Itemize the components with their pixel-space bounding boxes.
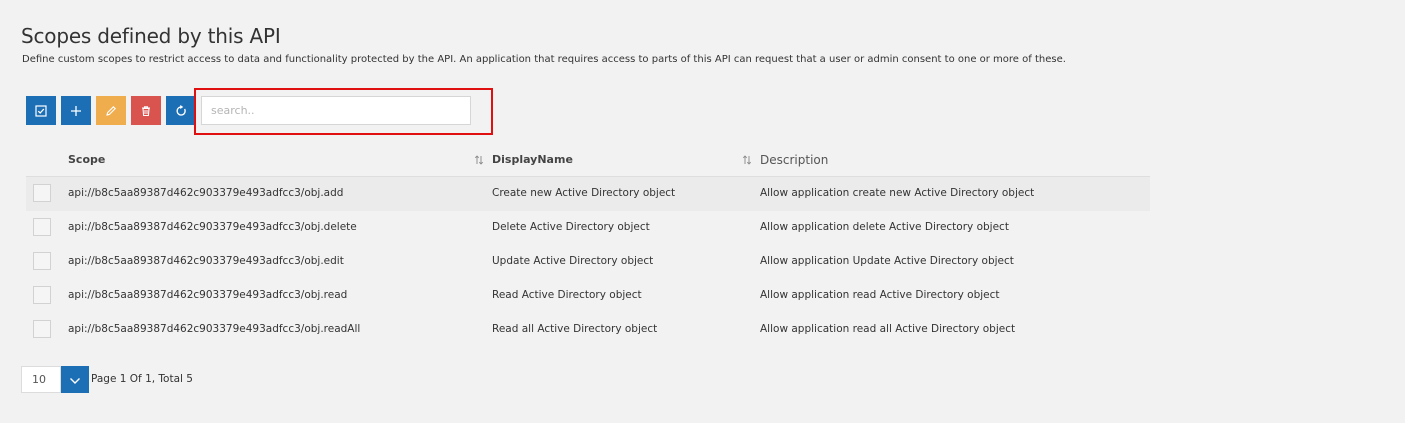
delete-scope-button[interactable] (131, 96, 161, 125)
select-all-button[interactable] (26, 96, 56, 125)
trash-icon (140, 105, 152, 117)
column-header-description[interactable]: Description (760, 153, 828, 167)
page-info: Page 1 Of 1, Total 5 (91, 373, 193, 385)
cell-displayname: Create new Active Directory object (492, 187, 676, 199)
cell-description: Allow application Update Active Director… (760, 255, 1014, 267)
sort-icon[interactable] (742, 155, 752, 168)
search-input[interactable] (201, 96, 471, 125)
page-title: Scopes defined by this API (21, 24, 281, 49)
page-size-select[interactable]: 10 (21, 366, 61, 393)
sort-icon[interactable] (474, 155, 484, 168)
column-header-displayname[interactable]: DisplayName (492, 153, 573, 166)
check-square-icon (35, 104, 47, 117)
cell-displayname: Read Active Directory object (492, 289, 642, 301)
scopes-table: Scope DisplayName Description api://b8c5… (26, 144, 1150, 347)
refresh-button[interactable] (166, 96, 196, 125)
cell-scope: api://b8c5aa89387d462c903379e493adfcc3/o… (68, 289, 348, 301)
cell-description: Allow application create new Active Dire… (760, 187, 1035, 199)
row-checkbox[interactable] (33, 184, 51, 202)
cell-displayname: Read all Active Directory object (492, 323, 658, 335)
cell-scope: api://b8c5aa89387d462c903379e493adfcc3/o… (68, 255, 344, 267)
pencil-icon (105, 105, 117, 117)
plus-icon (70, 105, 82, 117)
chevron-down-icon (69, 370, 81, 389)
table-row[interactable]: api://b8c5aa89387d462c903379e493adfcc3/o… (26, 279, 1150, 313)
cell-description: Allow application delete Active Director… (760, 221, 1009, 233)
table-row[interactable]: api://b8c5aa89387d462c903379e493adfcc3/o… (26, 313, 1150, 347)
row-checkbox[interactable] (33, 218, 51, 236)
cell-scope: api://b8c5aa89387d462c903379e493adfcc3/o… (68, 221, 357, 233)
page-size-dropdown-button[interactable] (61, 366, 89, 393)
cell-displayname: Delete Active Directory object (492, 221, 650, 233)
add-scope-button[interactable] (61, 96, 91, 125)
cell-scope: api://b8c5aa89387d462c903379e493adfcc3/o… (68, 323, 361, 335)
refresh-icon (175, 104, 187, 117)
cell-description: Allow application read Active Directory … (760, 289, 1000, 301)
page-description: Define custom scopes to restrict access … (22, 54, 1066, 65)
table-header: Scope DisplayName Description (26, 144, 1150, 177)
edit-scope-button[interactable] (96, 96, 126, 125)
table-row[interactable]: api://b8c5aa89387d462c903379e493adfcc3/o… (26, 211, 1150, 245)
table-row[interactable]: api://b8c5aa89387d462c903379e493adfcc3/o… (26, 245, 1150, 279)
row-checkbox[interactable] (33, 252, 51, 270)
row-checkbox[interactable] (33, 320, 51, 338)
column-header-scope[interactable]: Scope (68, 153, 105, 166)
cell-displayname: Update Active Directory object (492, 255, 654, 267)
cell-description: Allow application read all Active Direct… (760, 323, 1016, 335)
cell-scope: api://b8c5aa89387d462c903379e493adfcc3/o… (68, 187, 344, 199)
row-checkbox[interactable] (33, 286, 51, 304)
table-row[interactable]: api://b8c5aa89387d462c903379e493adfcc3/o… (26, 177, 1150, 211)
